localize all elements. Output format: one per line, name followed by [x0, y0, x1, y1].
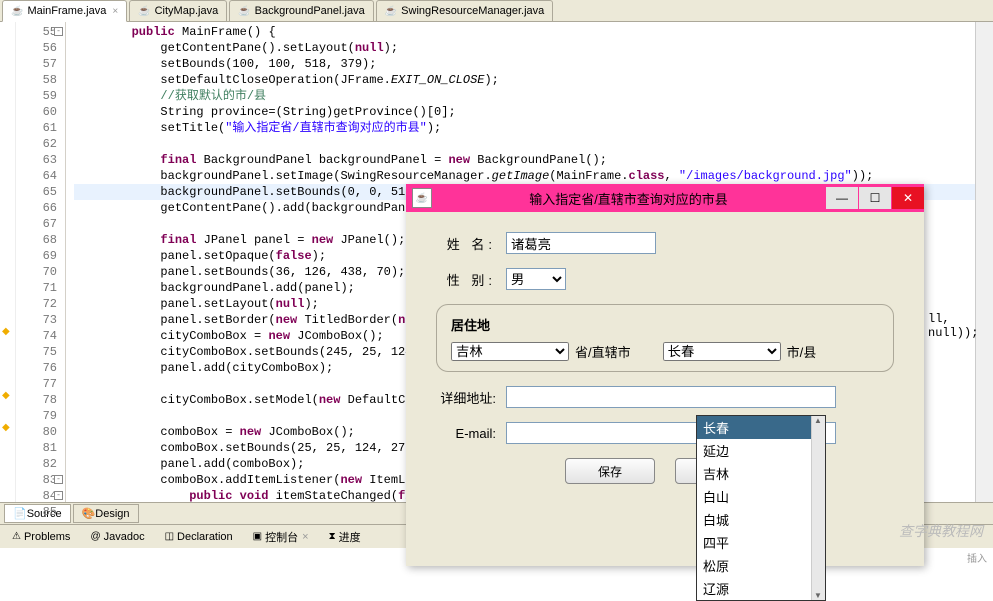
- java-file-icon: ☕: [238, 6, 250, 17]
- tab-label: MainFrame.java: [27, 5, 106, 17]
- minimize-button[interactable]: —: [826, 187, 858, 209]
- console-icon: ▣: [253, 531, 262, 542]
- view-problems[interactable]: ⚠Problems: [4, 529, 78, 545]
- tab-design[interactable]: 🎨 Design: [73, 504, 139, 523]
- status-insert: 插入: [967, 550, 987, 565]
- maximize-button[interactable]: ☐: [859, 187, 891, 209]
- problems-icon: ⚠: [12, 531, 21, 542]
- save-button[interactable]: 保存: [565, 458, 655, 484]
- java-icon: ☕: [412, 188, 432, 208]
- name-label: 姓 名:: [436, 234, 496, 253]
- city-label: 市/县: [787, 342, 817, 361]
- tab-label: SwingResourceManager.java: [401, 5, 544, 17]
- view-console[interactable]: ▣控制台 ×: [245, 527, 317, 547]
- swing-dialog: ☕ 输入指定省/直辖市查询对应的市县 — ☐ ✕ 姓 名: 性 别: 男 居住地…: [406, 184, 924, 566]
- gender-label: 性 别:: [436, 270, 496, 289]
- tab-backgroundpanel[interactable]: ☕ BackgroundPanel.java: [229, 0, 374, 21]
- name-input[interactable]: [506, 232, 656, 254]
- vertical-scrollbar[interactable]: [975, 22, 993, 502]
- dropdown-option[interactable]: 松原: [697, 554, 825, 577]
- dialog-body: 姓 名: 性 别: 男 居住地 吉林 省/直辖市 长春 市/县 详细地址: E-…: [406, 212, 924, 566]
- close-icon[interactable]: ×: [112, 6, 118, 17]
- dropdown-option[interactable]: 长春: [697, 416, 825, 439]
- tab-mainframe[interactable]: ☕ MainFrame.java ×: [2, 0, 127, 22]
- province-label: 省/直辖市: [575, 342, 631, 361]
- dialog-title: 输入指定省/直辖市查询对应的市县: [432, 189, 825, 208]
- javadoc-icon: @: [90, 531, 100, 542]
- tab-label: BackgroundPanel.java: [255, 5, 365, 17]
- dropdown-option[interactable]: 四平: [697, 531, 825, 554]
- java-file-icon: ☕: [385, 6, 397, 17]
- close-button[interactable]: ✕: [892, 187, 924, 209]
- tab-swingresourcemanager[interactable]: ☕ SwingResourceManager.java: [376, 0, 554, 21]
- email-label: E-mail:: [436, 426, 496, 441]
- tab-citymap[interactable]: ☕ CityMap.java: [129, 0, 227, 21]
- tab-label: CityMap.java: [155, 5, 219, 17]
- java-file-icon: ☕: [138, 6, 150, 17]
- close-icon[interactable]: ×: [302, 531, 308, 543]
- design-icon: 🎨: [82, 507, 96, 520]
- address-label: 详细地址:: [436, 388, 496, 407]
- view-progress[interactable]: ⧗进度: [321, 527, 369, 547]
- java-file-icon: ☕: [11, 6, 23, 17]
- dropdown-option[interactable]: 白山: [697, 485, 825, 508]
- code-overflow: ll, null));: [928, 312, 993, 340]
- editor-tabs: ☕ MainFrame.java × ☕ CityMap.java ☕ Backgrou…: [0, 0, 993, 22]
- watermark: 查字典教程网: [899, 521, 983, 541]
- gender-select[interactable]: 男: [506, 268, 566, 290]
- dropdown-option[interactable]: 辽源: [697, 577, 825, 600]
- declaration-icon: ◫: [165, 531, 174, 542]
- view-declaration[interactable]: ◫Declaration: [157, 529, 241, 545]
- line-gutter: 55-5657585960616263646566676869707172737…: [16, 22, 66, 502]
- city-select[interactable]: 长春: [663, 342, 781, 361]
- dialog-titlebar[interactable]: ☕ 输入指定省/直辖市查询对应的市县 — ☐ ✕: [406, 184, 924, 212]
- city-dropdown-list[interactable]: 长春延边吉林白山白城四平松原辽源: [696, 415, 826, 601]
- progress-icon: ⧗: [329, 531, 336, 542]
- residence-fieldset: 居住地 吉林 省/直辖市 长春 市/县: [436, 304, 894, 372]
- dropdown-option[interactable]: 白城: [697, 508, 825, 531]
- dropdown-option[interactable]: 吉林: [697, 462, 825, 485]
- view-javadoc[interactable]: @Javadoc: [82, 529, 152, 545]
- marker-bar: [0, 22, 16, 502]
- fieldset-legend: 居住地: [451, 315, 879, 334]
- address-input[interactable]: [506, 386, 836, 408]
- dropdown-scrollbar[interactable]: [811, 416, 825, 600]
- province-select[interactable]: 吉林: [451, 342, 569, 361]
- dropdown-option[interactable]: 延边: [697, 439, 825, 462]
